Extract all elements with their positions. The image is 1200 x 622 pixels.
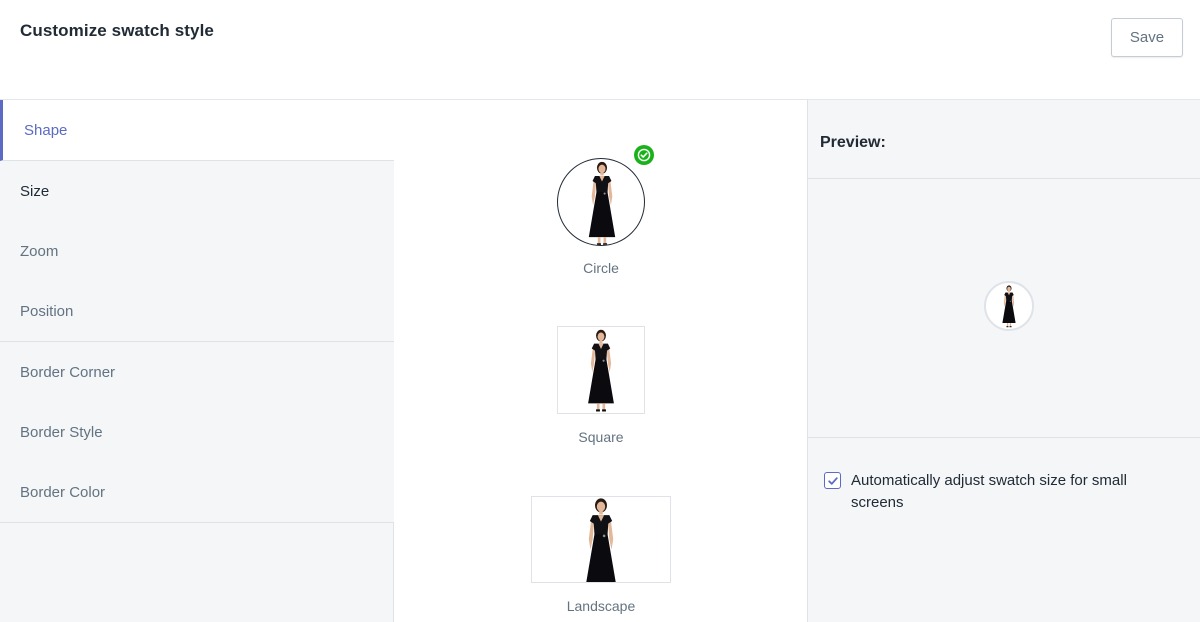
preview-title: Preview: — [820, 134, 886, 151]
page-title: Customize swatch style — [20, 21, 214, 40]
sidebar-item-zoom[interactable]: Zoom — [0, 221, 394, 282]
sidebar-item-border-corner[interactable]: Border Corner — [0, 342, 394, 403]
sidebar-item-label: Zoom — [20, 242, 59, 260]
sidebar-item-label: Shape — [24, 121, 68, 139]
dress-image — [580, 159, 624, 246]
sidebar-item-size[interactable]: Size — [0, 161, 394, 222]
sidebar-item-border-style[interactable]: Border Style — [0, 402, 394, 463]
shape-label-circle: Circle — [583, 260, 619, 276]
save-button[interactable]: Save — [1111, 18, 1183, 57]
preview-swatch — [984, 281, 1034, 331]
landscape-swatch-thumbnail — [531, 496, 671, 583]
auto-adjust-label: Automatically adjust swatch size for sma… — [851, 472, 1127, 511]
shape-option-square[interactable]: Square — [395, 300, 807, 460]
sidebar-item-label: Border Color — [20, 483, 106, 501]
preview-panel: Preview: Automatically adjust swatch siz… — [807, 100, 1200, 622]
sidebar-item-shape[interactable]: Shape — [0, 100, 394, 161]
auto-adjust-option[interactable]: Automatically adjust swatch size for sma… — [824, 470, 1184, 514]
page-header: Customize swatch style Save — [0, 0, 1200, 100]
preview-header: Preview: — [808, 100, 1200, 179]
sidebar-item-label: Border Style — [20, 423, 103, 441]
sidebar-item-position[interactable]: Position — [0, 281, 394, 342]
preview-area — [808, 179, 1200, 438]
shape-options: Circle Square Landscape — [395, 100, 807, 622]
dress-image — [579, 327, 623, 413]
dress-image — [998, 284, 1020, 328]
sidebar-item-label: Border Corner — [20, 363, 116, 381]
sidebar-item-label: Size — [20, 182, 50, 200]
sidebar-item-label: Position — [20, 302, 74, 320]
shape-label-landscape: Landscape — [566, 598, 636, 614]
square-swatch-thumbnail — [557, 326, 645, 414]
auto-adjust-checkbox[interactable] — [824, 472, 841, 489]
settings-sidebar: Shape Size Zoom Position Border Corner B… — [0, 100, 394, 622]
checkmark-icon — [827, 476, 838, 485]
dress-image — [574, 496, 628, 583]
sidebar-item-border-color[interactable]: Border Color — [0, 462, 394, 523]
shape-option-circle[interactable]: Circle — [395, 100, 807, 285]
circle-swatch-thumbnail — [557, 158, 645, 246]
check-circle-icon — [634, 145, 654, 165]
shape-label-square: Square — [578, 429, 624, 445]
shape-option-landscape[interactable]: Landscape — [395, 480, 807, 622]
